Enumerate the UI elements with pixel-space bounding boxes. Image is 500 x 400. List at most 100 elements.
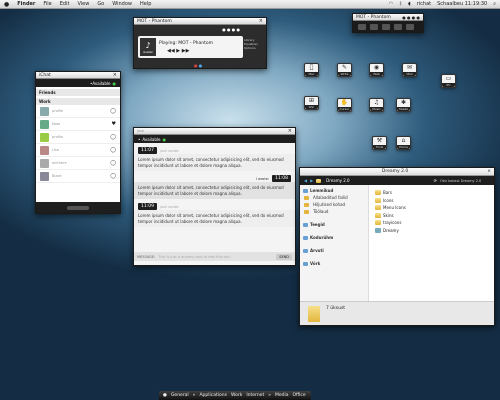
- chat-title-bar: josh ×: [134, 128, 295, 135]
- desktop-icon-win[interactable]: ⊞ Win: [304, 96, 319, 110]
- dock-office[interactable]: Office: [293, 393, 306, 398]
- dock-work[interactable]: Work: [231, 393, 242, 398]
- desktop-icon-web[interactable]: ◉ Web: [369, 63, 384, 77]
- menu-go[interactable]: Go: [97, 1, 104, 7]
- bluetooth-icon[interactable]: ᛒ: [399, 1, 402, 7]
- contact-row[interactable]: ainthere ◯: [36, 157, 120, 170]
- track-info: Playing: MOT - Phantom ◀◀ ▶ ▶▶: [159, 38, 213, 56]
- file-row[interactable]: Menu Icons: [375, 204, 485, 212]
- address-bar[interactable]: Dreamy 2.0: [326, 178, 430, 183]
- now-playing-card: ♪ Avatar Playing: MOT - Phantom ◀◀ ▶ ▶▶: [138, 36, 243, 58]
- apple-menu-icon[interactable]: ●: [4, 1, 9, 8]
- sidebar-group[interactable]: Arvuti: [300, 247, 368, 254]
- file-row[interactable]: Dreamy: [375, 227, 485, 235]
- ichat-status[interactable]: • Available ●: [36, 79, 120, 87]
- mini-btn-5[interactable]: [406, 24, 414, 30]
- file-row[interactable]: Icons: [375, 197, 485, 205]
- file-row[interactable]: trayicons: [375, 219, 485, 227]
- sidebar-group[interactable]: Lemmikud: [300, 187, 368, 194]
- sidebar-group[interactable]: Kodurühm: [300, 234, 368, 241]
- file-name: Menu Icons: [383, 205, 406, 211]
- clock[interactable]: Schaalbeu 11:19:30: [437, 1, 487, 7]
- desktop-icon-tools[interactable]: ⚒ Tools: [372, 136, 387, 150]
- mini-dots[interactable]: ● ● ● ●: [402, 15, 420, 20]
- contact-row[interactable]: Lisa ◯: [36, 144, 120, 157]
- menu-edit[interactable]: Edit: [60, 1, 70, 7]
- group-work[interactable]: Work: [36, 98, 120, 105]
- close-icon[interactable]: ×: [113, 72, 117, 78]
- desktop-icon-mail[interactable]: ✉ Mail: [402, 63, 417, 77]
- art-label: Avatar: [143, 49, 153, 54]
- user-name[interactable]: richat: [417, 1, 431, 7]
- previous-icon[interactable]: ◀◀: [167, 48, 175, 54]
- mini-btn-3[interactable]: [382, 24, 390, 30]
- apple-icon[interactable]: ●: [163, 393, 167, 398]
- mini-btn-2[interactable]: [370, 24, 378, 30]
- group-friends[interactable]: Friends: [36, 89, 120, 96]
- desktop-icon-music[interactable]: ♫ Music: [369, 98, 384, 112]
- file-row[interactable]: Skins: [375, 212, 485, 220]
- ichat-title: iChat: [39, 72, 51, 78]
- desktop-icon-tweak[interactable]: ✱ Tweak: [396, 98, 411, 112]
- menu-file[interactable]: File: [43, 1, 51, 7]
- sidebar-group[interactable]: Võrk: [300, 260, 368, 267]
- play-icon[interactable]: ▶: [176, 48, 180, 54]
- chat-bubble-icon[interactable]: ♥: [112, 121, 116, 127]
- chat-bubble-icon[interactable]: ◯: [110, 173, 116, 179]
- search-box[interactable]: Otsi kohast Dreamy 2.0: [440, 179, 490, 183]
- menu-view[interactable]: View: [77, 1, 89, 7]
- contact-row[interactable]: Nate ♥: [36, 118, 120, 131]
- chat-bubble-icon[interactable]: ◯: [110, 160, 116, 166]
- desktop-icon-pc[interactable]: ▭ PC: [441, 74, 456, 88]
- desktop-icon-cursor[interactable]: ✋ Cursor: [337, 98, 352, 112]
- sidebar-item[interactable]: Allalaaditud failid: [300, 194, 368, 201]
- menu-window[interactable]: Window: [112, 1, 132, 7]
- chat-status[interactable]: • Available ●: [134, 135, 295, 143]
- refresh-icon[interactable]: ⟳: [434, 178, 437, 183]
- dock-applications[interactable]: Applications: [199, 393, 227, 398]
- close-icon[interactable]: ×: [288, 128, 292, 134]
- back-icon[interactable]: ◀: [304, 178, 307, 183]
- mini-btn-1[interactable]: [358, 24, 366, 30]
- contact-row[interactable]: profile ◯: [36, 131, 120, 144]
- mini-btn-4[interactable]: [394, 24, 402, 30]
- chat-bubble-icon[interactable]: ◯: [110, 147, 116, 153]
- wifi-icon[interactable]: ◠: [389, 1, 393, 7]
- explorer-window: Dreamy 2.0 × ◀ ▶ Dreamy 2.0 ⟳ Otsi kohas…: [299, 167, 495, 326]
- explorer-title-bar: Dreamy 2.0 ×: [300, 168, 494, 176]
- message: 11:07 josh wrote: Lorem ipsum dolor sit am…: [134, 147, 295, 171]
- message-input[interactable]: This is just a dummy text to test this s…: [158, 255, 273, 259]
- contact-name: Blaze: [52, 174, 62, 178]
- sidebar-item[interactable]: Töölaud: [300, 208, 368, 215]
- mini-player-title-bar: MOT - Phantom ● ● ● ●: [353, 14, 423, 21]
- menu-finder[interactable]: Finder: [17, 1, 35, 7]
- contact-row[interactable]: profile ◯: [36, 105, 120, 118]
- close-icon[interactable]: ×: [487, 169, 491, 174]
- spotlight-icon[interactable]: ⌕: [493, 1, 496, 7]
- close-icon[interactable]: ×: [259, 18, 263, 24]
- sidebar-group[interactable]: Teegid: [300, 221, 368, 228]
- sidebar-item[interactable]: Hiljutised kohad: [300, 201, 368, 208]
- send-button[interactable]: SEND: [276, 253, 292, 260]
- message-area: 11:07 josh wrote: Lorem ipsum dolor sit am…: [134, 143, 295, 235]
- desktop-icon-write[interactable]: ✎ Write: [337, 63, 352, 77]
- desktop-icon-mac[interactable]: Mac: [304, 63, 319, 77]
- next-icon[interactable]: ▶▶: [182, 48, 190, 54]
- player-side-list: Library Equalizer Options: [244, 38, 258, 50]
- avatar: [40, 132, 49, 142]
- dock-general[interactable]: General: [171, 393, 189, 398]
- dock-internet[interactable]: Internet: [246, 393, 264, 398]
- chat-bubble-icon[interactable]: ◯: [110, 108, 116, 114]
- avatar: [40, 145, 49, 155]
- side-options[interactable]: Options: [244, 46, 258, 50]
- contact-name: Nate: [52, 122, 61, 126]
- dock-media[interactable]: Media: [275, 393, 289, 398]
- file-row[interactable]: Bars: [375, 189, 485, 197]
- chat-bubble-icon[interactable]: ◯: [110, 134, 116, 140]
- volume-icon[interactable]: ◖: [408, 1, 411, 7]
- contact-row[interactable]: Blaze ◯: [36, 170, 120, 183]
- ichat-footer-button[interactable]: [67, 205, 89, 210]
- desktop-icon-home[interactable]: ⌂ Home: [396, 136, 411, 150]
- forward-icon[interactable]: ▶: [310, 178, 313, 183]
- menu-help[interactable]: Help: [140, 1, 151, 7]
